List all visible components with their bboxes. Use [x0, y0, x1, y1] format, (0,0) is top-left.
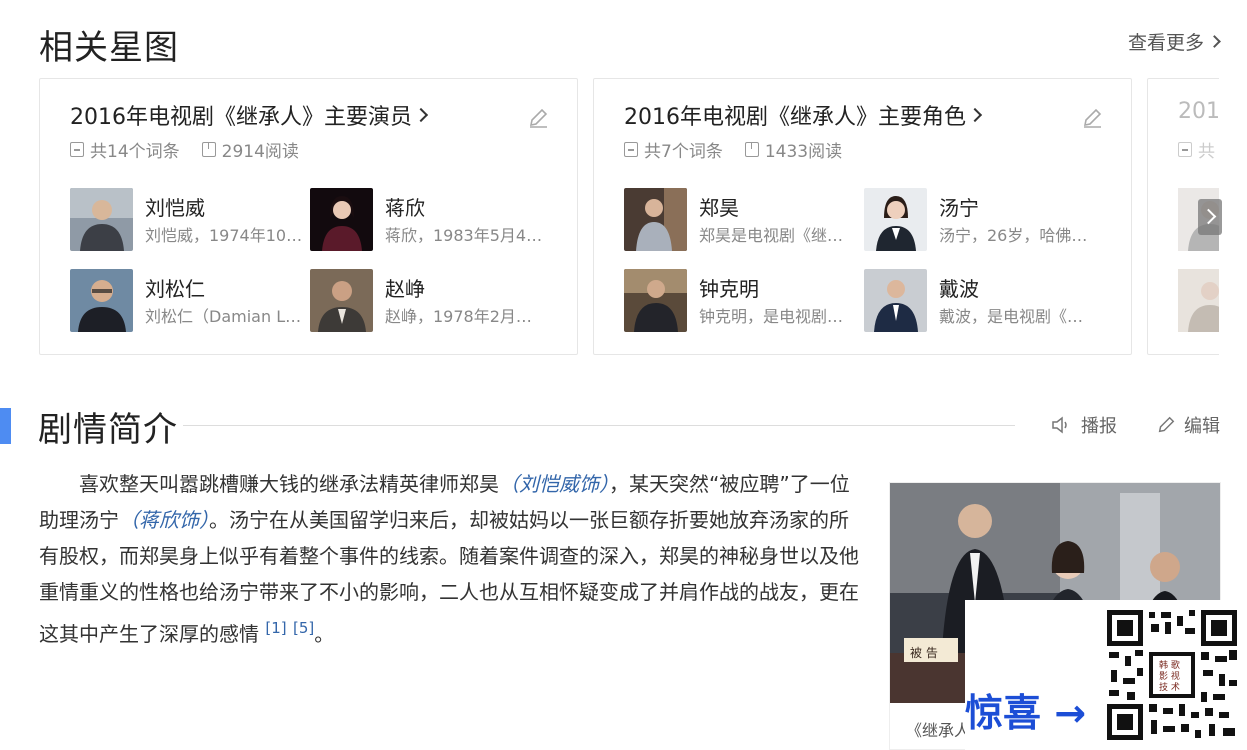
- section-accent-bar: [0, 408, 11, 444]
- person-name: 钟克明: [699, 277, 759, 301]
- person-item[interactable]: 郑昊 郑昊是电视剧《继承人》中的角色: [624, 188, 859, 252]
- svg-text:韩 歌: 韩 歌: [1159, 659, 1180, 671]
- person-item[interactable]: 刘恺威 刘恺威，1974年10月13日出生于中国香港: [70, 188, 305, 252]
- promo-overlay[interactable]: 惊喜 → 韩 歌 影 视 技 术: [965, 600, 1247, 750]
- chevron-right-icon: [967, 107, 983, 123]
- plot-text-part: 喜欢整天叫嚣跳槽赚大钱的继承法精英律师郑昊: [79, 472, 499, 496]
- person-name: 赵峥: [385, 277, 425, 301]
- star-card-roles[interactable]: 2016年电视剧《继承人》主要角色 共7个词条 1433阅读 郑昊 郑昊是电视剧…: [593, 78, 1132, 355]
- reads-icon: [744, 142, 759, 157]
- svg-text:技 术: 技 术: [1159, 681, 1180, 693]
- entry-count: 共7个词条: [644, 142, 723, 162]
- person-name: 蒋欣: [385, 196, 425, 220]
- avatar: [1178, 269, 1219, 332]
- carousel-next-button[interactable]: [1198, 199, 1222, 235]
- card-meta: 共: [1178, 137, 1215, 162]
- actor-link[interactable]: （刘恺威饰）: [499, 472, 609, 496]
- person-desc: 郑昊是电视剧《继承人》中的角色: [699, 226, 859, 245]
- reference-link[interactable]: [5]: [293, 619, 314, 637]
- read-count: 1433阅读: [764, 142, 843, 162]
- avatar: [864, 188, 927, 251]
- card-title[interactable]: 2016年电视剧《继承人》主要演员: [70, 99, 429, 131]
- card-title-text: 2016年电视剧《继承人》主要演员: [70, 105, 412, 130]
- person-item[interactable]: 赵峥 赵峥，1978年2月出生于河南: [310, 269, 545, 333]
- see-more-link[interactable]: 查看更多: [1127, 28, 1221, 55]
- entry-count: 共14个词条: [90, 142, 180, 162]
- plot-paragraph: 喜欢整天叫嚣跳槽赚大钱的继承法精英律师郑昊（刘恺威饰），某天突然“被应聘”了一位…: [39, 466, 861, 652]
- card-title-text: 2016年电视剧《继承人》主要角色: [624, 105, 966, 130]
- photo-sign-text: 被 告: [910, 646, 938, 660]
- pencil-icon[interactable]: [1081, 107, 1103, 129]
- see-more-label: 查看更多: [1127, 32, 1204, 54]
- avatar: [310, 269, 373, 332]
- chevron-right-icon: [1208, 35, 1221, 48]
- person-item[interactable]: 刘松仁 刘松仁（Damian Lau），香港演员: [70, 269, 305, 333]
- person-name: 郑昊: [699, 196, 739, 220]
- star-cards-carousel: 2016年电视剧《继承人》主要演员 共14个词条 2914阅读 刘恺威 刘恺威，…: [39, 78, 1219, 356]
- avatar: [624, 188, 687, 251]
- person-desc: 汤宁，26岁，哈佛法学院毕业: [939, 226, 1099, 245]
- card-meta: 共14个词条 2914阅读: [70, 137, 299, 162]
- person-desc: 刘恺威，1974年10月13日出生于中国香港: [145, 226, 305, 245]
- person-desc: 赵峥，1978年2月出生于河南: [385, 307, 545, 326]
- speaker-icon: [1052, 416, 1067, 434]
- read-count: 2914阅读: [221, 142, 299, 162]
- svg-text:影 视: 影 视: [1159, 670, 1180, 682]
- person-item[interactable]: 汤宁 汤宁，26岁，哈佛法学院毕业: [864, 188, 1099, 252]
- promo-text: 惊喜 →: [965, 691, 1087, 735]
- plot-text-part: 。: [314, 622, 335, 646]
- reads-icon: [201, 142, 216, 157]
- person-desc: 戴波，是电视剧《继承人》中的角色: [939, 307, 1099, 326]
- pencil-icon: [1158, 416, 1175, 433]
- person-item[interactable]: 钟克明 钟克明，是电视剧《继承人》中的角色: [624, 269, 859, 333]
- entry-count: 共: [1198, 142, 1215, 162]
- card-title[interactable]: 2016: [1178, 99, 1219, 124]
- person-desc: 蒋欣，1983年5月4日出生于新疆: [385, 226, 545, 245]
- edit-button[interactable]: 编辑: [1156, 412, 1220, 438]
- card-title-text: 2016: [1178, 99, 1219, 124]
- avatar: [70, 269, 133, 332]
- related-stars-header: 相关星图 查看更多: [39, 20, 1221, 68]
- qr-code-image[interactable]: 韩 歌 影 视 技 术: [1105, 608, 1239, 742]
- person-desc: 钟克明，是电视剧《继承人》中的角色: [699, 307, 859, 326]
- person-name: 刘恺威: [145, 196, 205, 220]
- person-desc: 刘松仁（Damian Lau），香港演员: [145, 307, 305, 326]
- entries-icon: [1178, 142, 1192, 157]
- broadcast-label: 播报: [1081, 416, 1117, 437]
- card-meta: 共7个词条 1433阅读: [624, 137, 842, 162]
- person-name: 戴波: [939, 277, 979, 301]
- entries-icon: [624, 142, 638, 157]
- actor-link[interactable]: （蒋欣饰）: [119, 508, 209, 532]
- section-title: 相关星图: [39, 28, 179, 68]
- person-name: 汤宁: [939, 196, 979, 220]
- star-card-actors[interactable]: 2016年电视剧《继承人》主要演员 共14个词条 2914阅读 刘恺威 刘恺威，…: [39, 78, 578, 355]
- person-name: 刘松仁: [145, 277, 205, 301]
- card-title[interactable]: 2016年电视剧《继承人》主要角色: [624, 99, 983, 131]
- avatar: [864, 269, 927, 332]
- person-item[interactable]: 蒋欣 蒋欣，1983年5月4日出生于新疆: [310, 188, 545, 252]
- edit-label: 编辑: [1184, 416, 1220, 437]
- avatar: [70, 188, 133, 251]
- section-divider: [183, 425, 1015, 426]
- chevron-right-icon: [413, 107, 429, 123]
- entries-icon: [70, 142, 84, 157]
- avatar: [624, 269, 687, 332]
- avatar: [310, 188, 373, 251]
- broadcast-button[interactable]: 播报: [1051, 412, 1117, 438]
- reference-link[interactable]: [1]: [265, 619, 286, 637]
- pencil-icon[interactable]: [527, 107, 549, 129]
- plot-section-title: 剧情简介: [38, 410, 178, 450]
- person-item[interactable]: 戴波 戴波，是电视剧《继承人》中的角色: [864, 269, 1099, 333]
